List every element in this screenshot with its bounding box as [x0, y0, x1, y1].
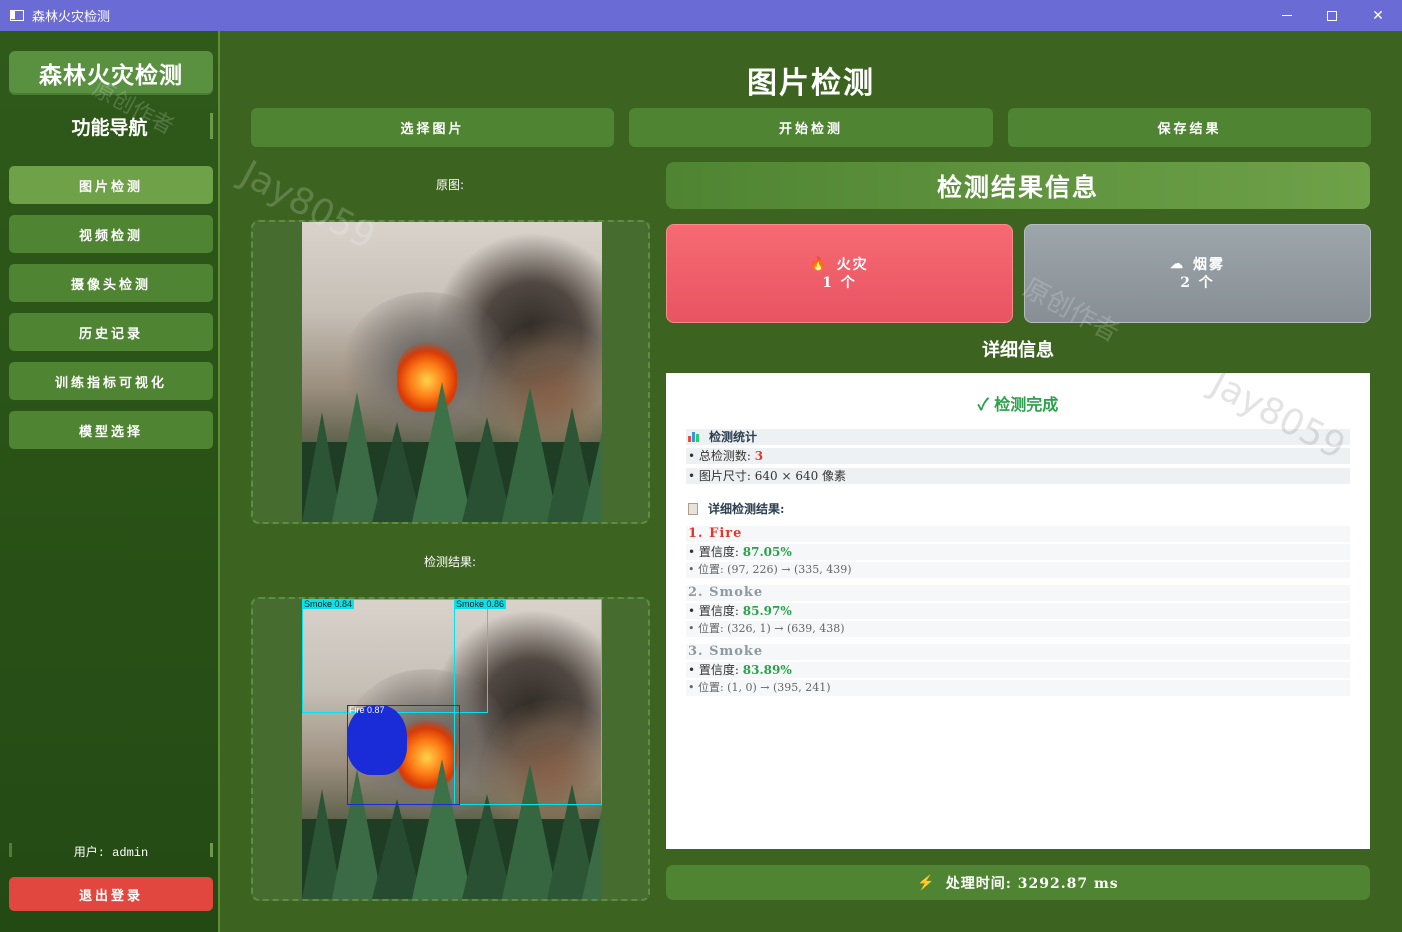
- original-image: [302, 222, 602, 522]
- smoke-count-card: ☁ 烟雾 2 个: [1024, 224, 1371, 323]
- page-title: 图片检测: [747, 66, 875, 101]
- close-button[interactable]: ✕: [1355, 0, 1401, 31]
- logout-button[interactable]: 退出登录: [9, 877, 213, 911]
- original-image-frame: [251, 220, 650, 524]
- result-item-position: • 位置: (1, 0) → (395, 241): [686, 680, 1350, 696]
- lightning-icon: ⚡: [917, 874, 936, 891]
- maximize-button[interactable]: [1309, 0, 1355, 31]
- detection-box-smoke-2: Smoke 0.86: [454, 599, 602, 805]
- result-item-position: • 位置: (97, 226) → (335, 439): [686, 562, 1350, 578]
- detect-done-text: ✓ 检测完成: [977, 395, 1059, 414]
- result-item-confidence: • 置信度: 87.05%: [686, 544, 1350, 560]
- result-item-position: • 位置: (326, 1) → (639, 438): [686, 621, 1350, 637]
- app-icon: [10, 10, 24, 21]
- processing-time: 处理时间: 3292.87 ms: [945, 875, 1119, 892]
- result-item-title: 3. Smoke: [686, 644, 1350, 660]
- cloud-icon: ☁: [1170, 256, 1185, 272]
- nav-item-model-select[interactable]: 模型选择: [9, 411, 213, 449]
- brand-title: 森林火灾检测: [9, 51, 213, 95]
- result-item-confidence: • 置信度: 85.97%: [686, 603, 1350, 619]
- close-icon: ✕: [1372, 7, 1384, 24]
- stats-section-title: 检测统计: [686, 429, 1350, 445]
- smoke-card-name: 烟雾: [1193, 256, 1225, 273]
- detail-panel: ✓ 检测完成 检测统计 • 总检测数: 3 • 图片尺寸: 640 × 640 …: [666, 373, 1370, 849]
- image-size: • 图片尺寸: 640 × 640 像素: [686, 468, 1350, 484]
- processing-time-bar: ⚡ 处理时间: 3292.87 ms: [666, 865, 1370, 900]
- save-result-button[interactable]: 保存结果: [1008, 108, 1371, 147]
- detail-header: 详细信息: [982, 340, 1054, 361]
- nav-item-camera-detect[interactable]: 摄像头检测: [9, 264, 213, 302]
- nav-item-training-metrics[interactable]: 训练指标可视化: [9, 362, 213, 400]
- nav-item-video-detect[interactable]: 视频检测: [9, 215, 213, 253]
- window-titlebar: 森林火灾检测 ✕: [0, 0, 1402, 31]
- result-item-confidence: • 置信度: 83.89%: [686, 662, 1350, 678]
- nav-item-image-detect[interactable]: 图片检测: [9, 166, 213, 204]
- detection-tag: Smoke 0.84: [302, 599, 355, 609]
- result-item-title: 1. Fire: [686, 526, 1350, 542]
- detection-tag: Fire 0.87: [347, 705, 407, 775]
- fire-icon: 🔥: [810, 256, 829, 272]
- maximize-icon: [1327, 10, 1337, 21]
- original-image-label: 原图:: [435, 178, 465, 192]
- result-image-frame: Smoke 0.84 Smoke 0.86 Fire 0.87: [251, 597, 650, 901]
- nav-header: 功能导航: [9, 113, 213, 139]
- minimize-icon: [1282, 15, 1292, 16]
- nav-item-history[interactable]: 历史记录: [9, 313, 213, 351]
- detection-tag: Smoke 0.86: [454, 599, 507, 609]
- minimize-button[interactable]: [1264, 0, 1310, 31]
- fire-card-count: 1 个: [822, 274, 857, 291]
- fire-count-card: 🔥 火灾 1 个: [666, 224, 1013, 323]
- user-label: 用户: admin: [9, 843, 213, 860]
- results-section-title: 详细检测结果:: [686, 501, 1350, 517]
- notepad-icon: [688, 503, 698, 515]
- smoke-card-count: 2 个: [1180, 274, 1215, 291]
- sidebar: 森林火灾检测 功能导航 图片检测 视频检测 摄像头检测 历史记录 训练指标可视化…: [0, 31, 220, 932]
- result-item-title: 2. Smoke: [686, 585, 1350, 601]
- window-title: 森林火灾检测: [32, 10, 111, 25]
- total-detections: • 总检测数: 3: [686, 448, 1350, 464]
- select-image-button[interactable]: 选择图片: [251, 108, 614, 147]
- detection-box-fire: Fire 0.87: [347, 705, 460, 805]
- result-image-label: 检测结果:: [423, 555, 477, 569]
- chart-icon: [688, 431, 701, 442]
- start-detect-button[interactable]: 开始检测: [629, 108, 993, 147]
- results-title: 检测结果信息: [666, 162, 1370, 209]
- result-image: Smoke 0.84 Smoke 0.86 Fire 0.87: [302, 599, 602, 899]
- fire-card-name: 火灾: [836, 256, 869, 273]
